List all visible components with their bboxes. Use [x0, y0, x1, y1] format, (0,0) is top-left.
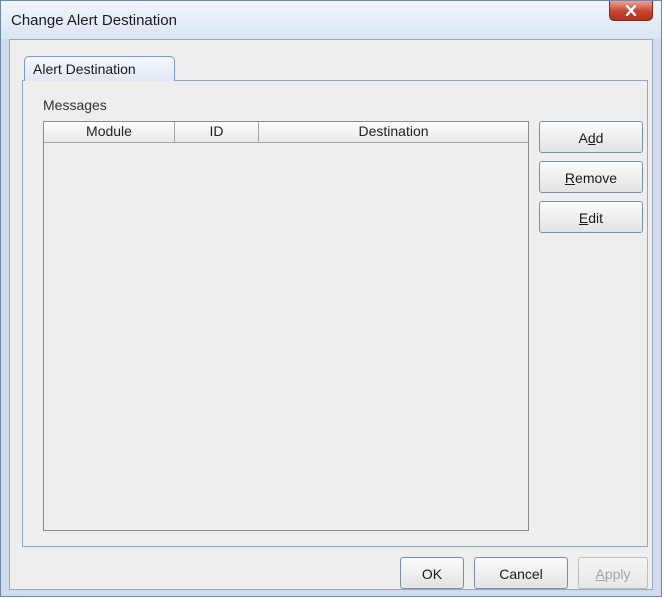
window-title: Change Alert Destination: [11, 12, 177, 29]
close-icon: [625, 5, 637, 16]
tab-alert-destination[interactable]: Alert Destination: [24, 56, 175, 81]
cancel-button[interactable]: Cancel: [474, 557, 568, 589]
add-mnemonic: d: [587, 130, 596, 146]
title-bar[interactable]: Change Alert Destination: [1, 1, 661, 39]
apply-mnemonic: A: [595, 566, 605, 582]
edit-button[interactable]: Edit: [539, 201, 643, 233]
column-header-id[interactable]: ID: [175, 122, 259, 142]
column-header-destination[interactable]: Destination: [259, 122, 528, 142]
edit-mnemonic: E: [578, 210, 589, 226]
table-header: Module ID Destination: [44, 122, 528, 143]
messages-label: Messages: [43, 97, 107, 113]
add-label-rest: d: [595, 130, 604, 146]
add-button[interactable]: Add: [539, 121, 643, 153]
remove-label-rest: emove: [575, 170, 618, 186]
dialog-window: Change Alert Destination Alert Destinati…: [0, 0, 662, 597]
dialog-content: Alert Destination Messages Module ID Des…: [9, 39, 653, 590]
messages-table[interactable]: Module ID Destination: [43, 121, 529, 531]
column-header-module[interactable]: Module: [44, 122, 175, 142]
add-label-part: A: [578, 130, 588, 146]
remove-mnemonic: R: [564, 170, 576, 186]
remove-button[interactable]: Remove: [539, 161, 643, 193]
ok-button[interactable]: OK: [400, 557, 464, 589]
tab-panel: Messages Module ID Destination Add Remov…: [22, 80, 648, 547]
table-body[interactable]: [44, 143, 528, 530]
close-button[interactable]: [609, 1, 653, 21]
apply-label-rest: pply: [604, 566, 631, 582]
edit-label-rest: dit: [588, 210, 604, 226]
apply-button[interactable]: Apply: [578, 557, 648, 589]
